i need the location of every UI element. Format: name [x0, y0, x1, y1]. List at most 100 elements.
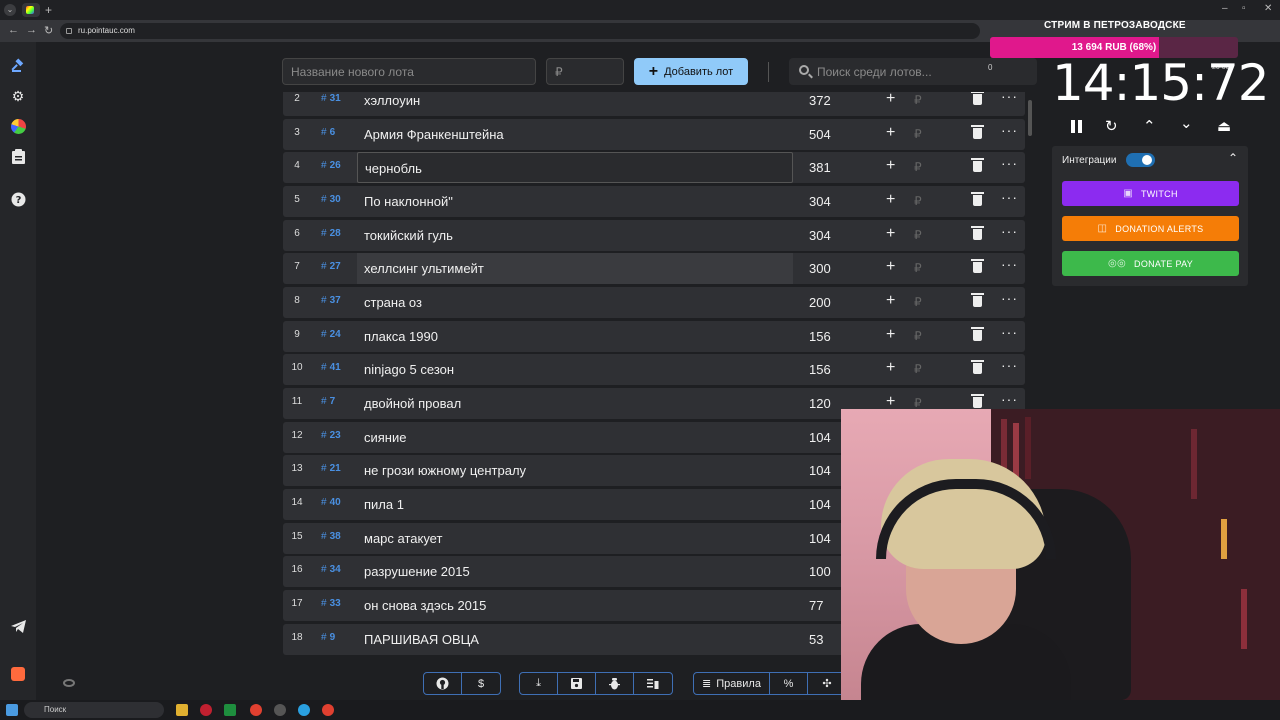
- lot-amount[interactable]: 104: [809, 497, 831, 512]
- trash-icon[interactable]: [971, 225, 984, 240]
- trash-icon[interactable]: [971, 92, 984, 105]
- lot-name[interactable]: хэллоуин: [357, 92, 793, 116]
- add-lot-button[interactable]: + Добавить лот: [634, 58, 748, 85]
- more-icon[interactable]: ···: [1001, 223, 1018, 239]
- lot-amount[interactable]: 504: [809, 127, 831, 142]
- plus-icon[interactable]: +: [886, 225, 895, 243]
- ruble-icon[interactable]: ₽: [914, 295, 922, 309]
- new-lot-name-input[interactable]: [282, 58, 536, 85]
- lot-name[interactable]: не грози южному централу: [357, 455, 793, 486]
- ruble-icon[interactable]: ₽: [914, 396, 922, 410]
- more-icon[interactable]: ···: [1001, 92, 1018, 104]
- ruble-icon[interactable]: ₽: [914, 228, 922, 242]
- donate-pay-button[interactable]: ◎◎ DONATE PAY: [1062, 251, 1239, 276]
- pie-chart-icon[interactable]: [9, 117, 27, 135]
- set-time-icon[interactable]: ⏏: [1217, 117, 1231, 135]
- lot-name[interactable]: марс атакует: [357, 523, 793, 554]
- clear-list-icon[interactable]: [634, 673, 672, 694]
- more-icon[interactable]: ···: [1001, 290, 1018, 306]
- lot-name[interactable]: он снова здэсь 2015: [357, 590, 793, 621]
- close-window-icon[interactable]: ✕: [1264, 3, 1272, 14]
- rules-button[interactable]: ≣ Правила: [694, 673, 770, 694]
- ruble-icon[interactable]: ₽: [914, 194, 922, 208]
- more-icon[interactable]: ···: [1001, 391, 1018, 407]
- explorer-icon[interactable]: [176, 704, 188, 716]
- plus-icon[interactable]: +: [886, 92, 895, 108]
- lot-row[interactable]: 2 #31 хэллоуин 372 + ₽ ···: [283, 92, 1025, 116]
- plus-icon[interactable]: +: [886, 124, 895, 142]
- lot-amount[interactable]: 77: [809, 598, 823, 613]
- lot-name[interactable]: ninjago 5 сезон: [357, 354, 793, 385]
- lot-amount[interactable]: 120: [809, 396, 831, 411]
- ruble-icon[interactable]: ₽: [914, 261, 922, 275]
- more-icon[interactable]: ···: [1001, 256, 1018, 272]
- maximize-icon[interactable]: ▫: [1242, 3, 1246, 14]
- visibility-icon[interactable]: [63, 679, 75, 687]
- lot-name[interactable]: По наклонной": [357, 186, 793, 217]
- lot-amount[interactable]: 100: [809, 564, 831, 579]
- lot-name[interactable]: ПАРШИВАЯ ОВЦА: [357, 624, 793, 655]
- trash-icon[interactable]: [971, 124, 984, 139]
- bug-icon[interactable]: [596, 673, 634, 694]
- more-icon[interactable]: ···: [1001, 155, 1018, 171]
- clipboard-icon[interactable]: [9, 147, 27, 165]
- pause-icon[interactable]: [1071, 120, 1083, 133]
- ruble-icon[interactable]: ₽: [914, 329, 922, 343]
- trash-icon[interactable]: [971, 393, 984, 408]
- ruble-icon[interactable]: ₽: [914, 160, 922, 174]
- plus-icon[interactable]: +: [886, 191, 895, 209]
- gear-icon[interactable]: ⚙: [9, 87, 27, 105]
- reset-timer-icon[interactable]: ↻: [1105, 117, 1118, 135]
- plus-icon[interactable]: +: [886, 359, 895, 377]
- table-scrollbar[interactable]: [1028, 100, 1032, 136]
- trash-icon[interactable]: [971, 158, 984, 173]
- auction-hammer-icon[interactable]: [9, 57, 27, 75]
- lot-amount[interactable]: 104: [809, 463, 831, 478]
- tab-search-icon[interactable]: ⌄: [4, 4, 16, 16]
- lot-row[interactable]: 7 #27 хеллсинг ультимейт 300 + ₽ ···: [283, 253, 1025, 285]
- help-icon[interactable]: ?: [9, 190, 27, 208]
- donate-dollar-icon[interactable]: $: [462, 673, 500, 694]
- lot-row[interactable]: 3 #6 Армия Франкенштейна 504 + ₽ ···: [283, 118, 1025, 150]
- lot-row[interactable]: 5 #30 По наклонной" 304 + ₽ ···: [283, 185, 1025, 217]
- lot-amount[interactable]: 104: [809, 430, 831, 445]
- new-tab-button[interactable]: +: [45, 3, 52, 17]
- ruble-icon[interactable]: ₽: [914, 93, 922, 107]
- obs-icon[interactable]: [274, 704, 286, 716]
- telegram-taskbar-icon[interactable]: [298, 704, 310, 716]
- trash-icon[interactable]: [971, 360, 984, 375]
- lot-row[interactable]: 4 #26 чернобль 381 + ₽ ···: [283, 152, 1025, 184]
- url-field[interactable]: ru.pointauc.com: [60, 23, 980, 39]
- lot-row[interactable]: 10 #41 ninjago 5 сезон 156 + ₽ ···: [283, 354, 1025, 386]
- reload-icon[interactable]: ↻: [44, 24, 53, 37]
- plus-icon[interactable]: +: [886, 326, 895, 344]
- telegram-icon[interactable]: [9, 617, 27, 635]
- start-icon[interactable]: [6, 704, 18, 716]
- trash-icon[interactable]: [971, 326, 984, 341]
- lot-amount[interactable]: 304: [809, 194, 831, 209]
- lot-name[interactable]: сияние: [357, 422, 793, 453]
- lot-row[interactable]: 8 #37 страна оз 200 + ₽ ···: [283, 286, 1025, 318]
- lot-name[interactable]: двойной провал: [357, 388, 793, 419]
- lot-name[interactable]: токийский гуль: [357, 220, 793, 251]
- forward-icon[interactable]: →: [26, 24, 37, 36]
- download-icon[interactable]: ⤓: [520, 673, 558, 694]
- trash-icon[interactable]: [971, 191, 984, 206]
- plus-icon[interactable]: +: [886, 157, 895, 175]
- save-icon[interactable]: [558, 673, 596, 694]
- lot-amount[interactable]: 372: [809, 93, 831, 108]
- lot-name[interactable]: страна оз: [357, 287, 793, 318]
- twitch-button[interactable]: ▣ TWITCH: [1062, 181, 1239, 206]
- github-icon[interactable]: [424, 673, 462, 694]
- trash-icon[interactable]: [971, 292, 984, 307]
- lot-name[interactable]: Армия Франкенштейна: [357, 119, 793, 150]
- lot-name[interactable]: пила 1: [357, 489, 793, 520]
- more-icon[interactable]: ···: [1001, 122, 1018, 138]
- lot-name[interactable]: плакса 1990: [357, 321, 793, 352]
- more-icon[interactable]: ···: [1001, 189, 1018, 205]
- browser-tab-active[interactable]: [22, 3, 40, 17]
- lot-row[interactable]: 6 #28 токийский гуль 304 + ₽ ···: [283, 219, 1025, 251]
- ruble-icon[interactable]: ₽: [914, 362, 922, 376]
- collapse-chevron-icon[interactable]: ⌃: [1228, 151, 1238, 165]
- xbox-icon[interactable]: [224, 704, 236, 716]
